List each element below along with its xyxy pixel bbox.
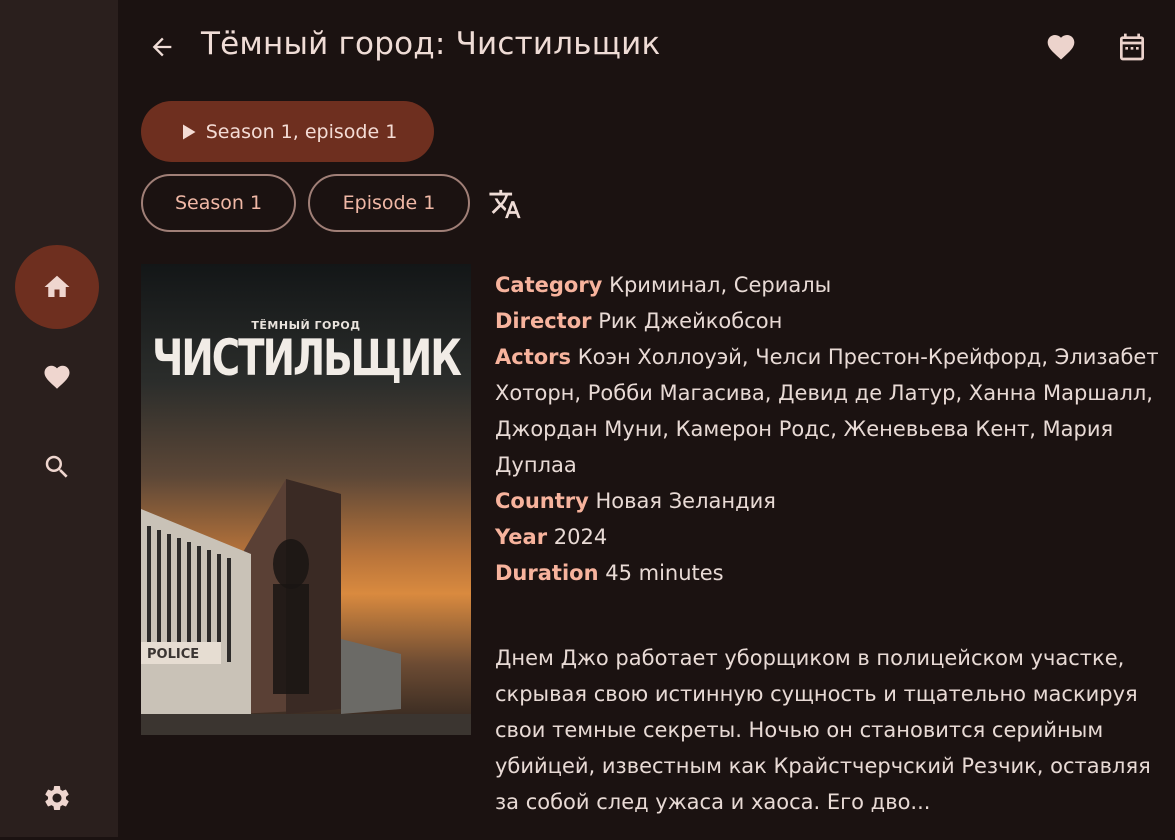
detail-year: Year 2024 xyxy=(495,519,1175,555)
detail-label: Year xyxy=(495,525,548,549)
detail-label: Country xyxy=(495,489,589,513)
detail-value: Криминал, Сериалы xyxy=(609,273,832,297)
detail-label: Duration xyxy=(495,561,599,585)
detail-duration: Duration 45 minutes xyxy=(495,555,1175,591)
detail-value: 45 minutes xyxy=(605,561,724,585)
nav-settings-button[interactable] xyxy=(15,756,99,840)
detail-category: Category Криминал, Сериалы xyxy=(495,267,1175,303)
calendar-button[interactable] xyxy=(1114,29,1150,65)
heart-icon xyxy=(44,365,70,389)
detail-label: Director xyxy=(495,309,592,333)
favorite-button[interactable] xyxy=(1043,29,1079,65)
search-icon xyxy=(45,455,68,478)
navigation-rail xyxy=(0,0,118,837)
detail-value: 2024 xyxy=(553,525,608,549)
detail-label: Actors xyxy=(495,345,572,369)
translate-icon xyxy=(489,189,521,219)
nav-home-button[interactable] xyxy=(15,245,99,329)
episode-label: Episode 1 xyxy=(342,192,436,214)
detail-country: Country Новая Зеландия xyxy=(495,483,1175,519)
detail-actors: Actors Коэн Холлоуэй, Челси Престон-Крей… xyxy=(495,339,1175,483)
heart-icon xyxy=(1047,35,1075,60)
play-icon xyxy=(182,124,196,139)
detail-value: Рик Джейкобсон xyxy=(598,309,783,333)
detail-label: Category xyxy=(495,273,603,297)
main-content: Тёмный город: Чистильщик Season 1, episo… xyxy=(118,0,1175,837)
translate-button[interactable] xyxy=(487,186,523,222)
detail-value: Коэн Холлоуэй, Челси Престон-Крейфорд, Э… xyxy=(495,345,1159,477)
home-icon xyxy=(44,275,70,297)
back-button[interactable] xyxy=(144,29,180,65)
details-list: Category Криминал, Сериалы Director Рик … xyxy=(495,267,1175,591)
description-text: Днем Джо работает уборщиком в полицейско… xyxy=(495,646,1151,814)
season-label: Season 1 xyxy=(174,192,263,214)
detail-value: Новая Зеландия xyxy=(595,489,776,513)
calendar-icon xyxy=(1120,33,1144,61)
season-selector[interactable]: Season 1 xyxy=(141,174,296,232)
page-title: Тёмный город: Чистильщик xyxy=(201,26,661,62)
gear-icon xyxy=(45,786,69,810)
episode-selector[interactable]: Episode 1 xyxy=(308,174,470,232)
poster-artwork: POLICE xyxy=(141,479,471,735)
detail-director: Director Рик Джейкобсон xyxy=(495,303,1175,339)
arrow-back-icon xyxy=(152,37,172,57)
play-episode-button[interactable]: Season 1, episode 1 xyxy=(141,101,434,162)
poster-police-sign: POLICE xyxy=(147,647,199,662)
play-episode-label: Season 1, episode 1 xyxy=(205,120,398,143)
nav-search-button[interactable] xyxy=(15,425,99,509)
poster-image: ТЁМНЫЙ ГОРОД ЧИСТИЛЬЩИК POLICE xyxy=(141,264,471,735)
nav-favorites-button[interactable] xyxy=(15,335,99,419)
